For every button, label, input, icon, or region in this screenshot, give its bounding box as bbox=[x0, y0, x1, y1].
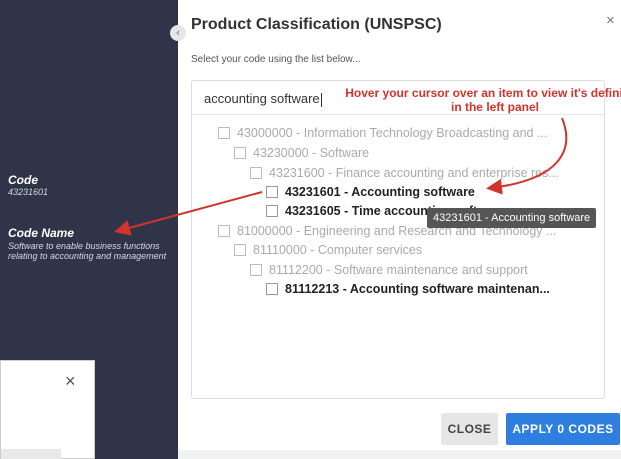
checkbox[interactable] bbox=[234, 244, 246, 256]
modal-subtitle: Select your code using the list below... bbox=[191, 54, 361, 65]
tree-item[interactable]: 43231600 - Finance accounting and enterp… bbox=[250, 164, 559, 182]
tree-item-label: 43231600 - Finance accounting and enterp… bbox=[269, 166, 559, 180]
code-list: accounting software 43000000 - Informati… bbox=[191, 80, 605, 399]
search-value: accounting software bbox=[204, 91, 320, 106]
background-dialog: × bbox=[0, 360, 95, 459]
close-button[interactable]: CLOSE bbox=[441, 413, 498, 445]
code-value: 43231601 bbox=[8, 187, 49, 197]
code-label: Code bbox=[8, 173, 38, 187]
collapse-panel-button[interactable]: ‹ bbox=[170, 25, 186, 41]
checkbox[interactable] bbox=[250, 264, 262, 276]
tree-item[interactable]: 81112200 - Software maintenance and supp… bbox=[250, 261, 528, 279]
modal-title: Product Classification (UNSPSC) bbox=[191, 16, 442, 33]
checkbox[interactable] bbox=[266, 283, 278, 295]
tree-item[interactable]: 43000000 - Information Technology Broadc… bbox=[218, 124, 547, 142]
background-input[interactable] bbox=[1, 449, 61, 459]
code-name-value: Software to enable business functions re… bbox=[8, 241, 167, 261]
tree-item-label: 81110000 - Computer services bbox=[253, 243, 423, 257]
tree-item[interactable]: 81110000 - Computer services bbox=[234, 241, 422, 259]
checkbox[interactable] bbox=[266, 186, 278, 198]
background-strip bbox=[178, 450, 621, 459]
tree-item-label: 81112200 - Software maintenance and supp… bbox=[269, 263, 528, 277]
tree-item[interactable]: 43230000 - Software bbox=[234, 144, 369, 162]
checkbox[interactable] bbox=[218, 127, 230, 139]
tree-item-label: 43230000 - Software bbox=[253, 146, 370, 160]
tree-item-label: 43231601 - Accounting software bbox=[285, 185, 475, 199]
definition-panel: Code 43231601 Code Name Software to enab… bbox=[0, 0, 178, 360]
tree-item-label: 43000000 - Information Technology Broadc… bbox=[237, 126, 548, 140]
checkbox[interactable] bbox=[250, 167, 262, 179]
close-icon[interactable]: × bbox=[606, 12, 615, 29]
definition-panel-lower bbox=[95, 360, 178, 459]
close-icon[interactable]: × bbox=[65, 371, 76, 392]
item-tooltip: 43231601 - Accounting software bbox=[427, 208, 597, 228]
apply-codes-button[interactable]: APPLY 0 CODES bbox=[506, 413, 620, 445]
code-name-label: Code Name bbox=[8, 226, 75, 240]
checkbox[interactable] bbox=[218, 225, 230, 237]
checkbox[interactable] bbox=[234, 147, 246, 159]
tree-item[interactable]: 81112213 - Accounting software maintenan… bbox=[266, 280, 550, 298]
tree-item-label: 81112213 - Accounting software maintenan… bbox=[285, 282, 550, 296]
tree-item[interactable]: 43231601 - Accounting software bbox=[266, 183, 475, 201]
checkbox[interactable] bbox=[266, 205, 278, 217]
text-caret bbox=[320, 92, 322, 107]
annotation-text: Hover your cursor over an item to view i… bbox=[345, 86, 621, 114]
